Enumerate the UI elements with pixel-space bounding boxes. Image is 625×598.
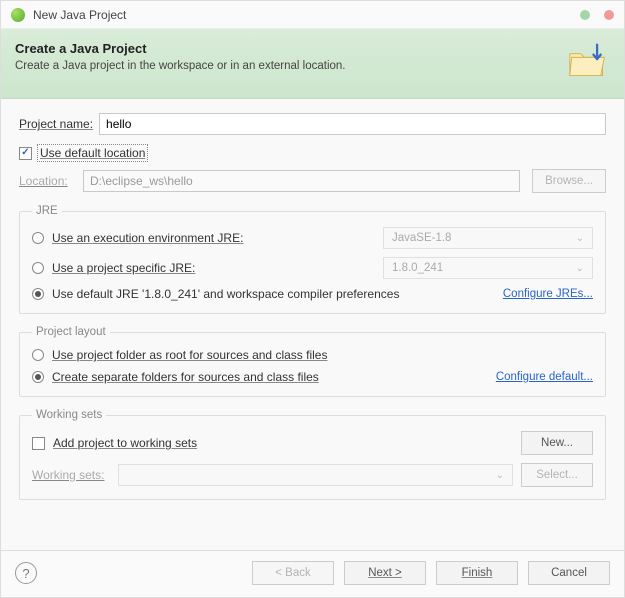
project-name-input[interactable] xyxy=(99,113,606,135)
configure-default-link[interactable]: Configure default... xyxy=(496,371,593,383)
exec-env-radio[interactable] xyxy=(32,232,44,244)
exec-env-label[interactable]: Use an execution environment JRE: xyxy=(52,231,243,245)
wizard-content: Project name: Use default location Locat… xyxy=(1,99,624,550)
location-label: Location: xyxy=(19,174,77,188)
project-specific-select: 1.8.0_241 ⌄ xyxy=(383,257,593,279)
working-sets-group: Working sets Add project to working sets… xyxy=(19,409,606,500)
close-button[interactable] xyxy=(604,10,614,20)
back-button: < Back xyxy=(252,561,334,585)
exec-env-select: JavaSE-1.8 ⌄ xyxy=(383,227,593,249)
app-icon xyxy=(11,8,25,22)
layout-legend: Project layout xyxy=(32,326,110,338)
configure-jres-link[interactable]: Configure JREs... xyxy=(503,288,593,300)
separate-folders-label[interactable]: Create separate folders for sources and … xyxy=(52,370,319,384)
exec-env-value: JavaSE-1.8 xyxy=(392,232,451,244)
window-title: New Java Project xyxy=(33,8,580,22)
add-to-working-sets-label[interactable]: Add project to working sets xyxy=(53,436,197,450)
project-specific-label[interactable]: Use a project specific JRE: xyxy=(52,261,195,275)
project-layout-group: Project layout Use project folder as roo… xyxy=(19,326,606,397)
default-jre-radio[interactable] xyxy=(32,288,44,300)
working-sets-label: Working sets: xyxy=(32,468,110,482)
use-default-location-label[interactable]: Use default location xyxy=(38,145,147,161)
project-name-label: Project name: xyxy=(19,117,93,131)
finish-button[interactable]: Finish xyxy=(436,561,518,585)
minimize-button[interactable] xyxy=(580,10,590,20)
working-sets-legend: Working sets xyxy=(32,409,106,421)
cancel-button[interactable]: Cancel xyxy=(528,561,610,585)
chevron-down-icon: ⌄ xyxy=(576,263,584,274)
page-title: Create a Java Project xyxy=(15,41,566,56)
chevron-down-icon: ⌄ xyxy=(496,470,504,481)
browse-button: Browse... xyxy=(532,169,606,193)
working-sets-select: ⌄ xyxy=(118,464,513,486)
chevron-down-icon: ⌄ xyxy=(576,233,584,244)
new-working-set-button[interactable]: New... xyxy=(521,431,593,455)
project-specific-radio[interactable] xyxy=(32,262,44,274)
use-default-location-checkbox[interactable] xyxy=(19,147,32,160)
next-button[interactable]: Next > xyxy=(344,561,426,585)
window-controls xyxy=(580,10,614,20)
select-working-set-button: Select... xyxy=(521,463,593,487)
titlebar: New Java Project xyxy=(1,1,624,29)
location-input xyxy=(83,170,520,192)
jre-group: JRE Use an execution environment JRE: Ja… xyxy=(19,205,606,314)
default-jre-label[interactable]: Use default JRE '1.8.0_241' and workspac… xyxy=(52,287,399,301)
root-folder-radio[interactable] xyxy=(32,349,44,361)
wizard-header: Create a Java Project Create a Java proj… xyxy=(1,29,624,99)
folder-wizard-icon xyxy=(566,41,610,84)
root-folder-label[interactable]: Use project folder as root for sources a… xyxy=(52,348,327,362)
add-to-working-sets-checkbox[interactable] xyxy=(32,437,45,450)
help-icon[interactable]: ? xyxy=(15,562,37,584)
separate-folders-radio[interactable] xyxy=(32,371,44,383)
project-specific-value: 1.8.0_241 xyxy=(392,262,443,274)
jre-legend: JRE xyxy=(32,205,62,217)
wizard-footer: ? < Back Next > Finish Cancel xyxy=(1,550,624,597)
page-description: Create a Java project in the workspace o… xyxy=(15,60,566,72)
